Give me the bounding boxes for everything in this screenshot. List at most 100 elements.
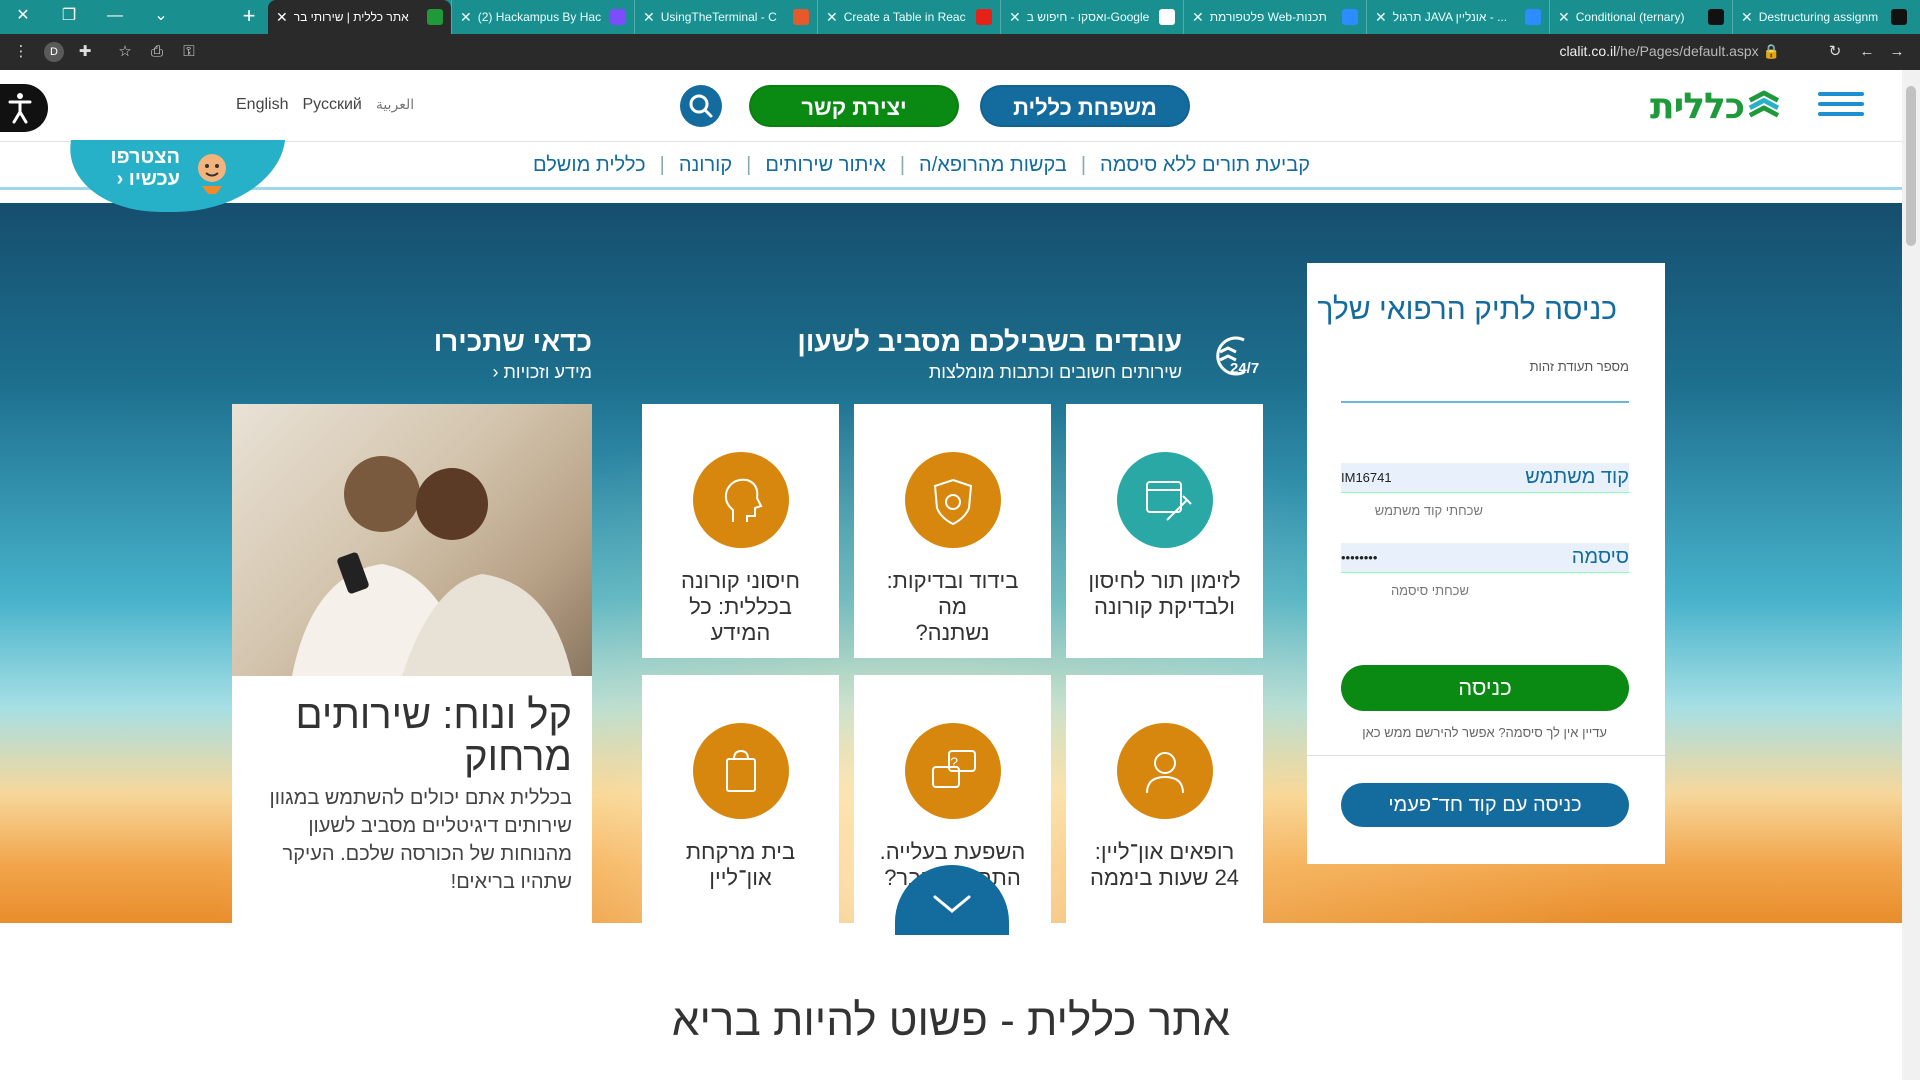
browser-tab[interactable]: ✕ פלטפורמת Web-תכנות <box>1183 0 1366 34</box>
virus-shield-icon <box>904 452 1001 548</box>
tab-close-icon[interactable]: ✕ <box>1558 9 1570 26</box>
register-link[interactable]: עדיין אין לך סיסמה? אפשר להירשם ממש כאן <box>1362 725 1607 740</box>
doctor-icon <box>1116 723 1213 819</box>
forward-icon[interactable]: → <box>1886 41 1908 63</box>
profile-avatar[interactable]: D <box>44 42 64 62</box>
tab-favicon-icon <box>427 9 443 25</box>
tab-title: אתר כללית | שירותי בר <box>293 10 409 24</box>
browser-tab[interactable]: ✕ UsingTheTerminal - C <box>634 0 817 34</box>
user-code-input[interactable]: קוד משתמש IM16741 <box>1341 463 1629 493</box>
featured-link-text: מידע וזכויות <box>503 362 592 382</box>
browser-toolbar: ⋮ D ✚ ☆ ⎙ ⚿ clalit.co.il/he/Pages/defaul… <box>0 34 1920 70</box>
tab-favicon-icon <box>610 9 626 25</box>
page-scrollbar[interactable] <box>1902 70 1920 1080</box>
search-icon <box>689 94 713 118</box>
tab-close-icon[interactable]: ✕ <box>1192 9 1204 26</box>
user-code-label: קוד משתמש <box>1525 466 1629 488</box>
services-subtitle: שירותים חשובים וכתבות מומלצות <box>928 362 1182 382</box>
service-card-text: בית מרקחת און־ליין <box>685 839 796 890</box>
window-close-icon[interactable]: ✕ <box>0 0 46 34</box>
hamburger-menu-icon[interactable] <box>1818 92 1864 122</box>
login-button[interactable]: כניסה <box>1341 665 1629 711</box>
nav-item-corona[interactable]: קורונה <box>679 154 732 177</box>
tab-search-icon[interactable]: ⌄ <box>138 0 184 34</box>
nav-item-clalit-mushlam[interactable]: כללית מושלם <box>533 154 646 177</box>
login-divider <box>1307 755 1665 756</box>
new-tab-button[interactable]: + <box>234 0 264 34</box>
browser-tab[interactable]: ✕ אתר כללית | שירותי בר <box>268 0 451 34</box>
tab-close-icon[interactable]: ✕ <box>1375 9 1387 26</box>
service-card-isolation[interactable]: בידוד ובדיקות: מה נשתנה? <box>854 404 1051 658</box>
tab-close-icon[interactable]: ✕ <box>460 9 472 26</box>
tab-close-icon[interactable]: ✕ <box>1009 9 1021 26</box>
search-button[interactable] <box>680 85 722 127</box>
login-panel: כניסה לתיק הרפואי שלך מספר תעודת זהות קו… <box>1307 263 1665 864</box>
couple-photo <box>232 404 592 676</box>
browser-tab[interactable]: ✕ Create a Table in Reac <box>817 0 1000 34</box>
tab-close-icon[interactable]: ✕ <box>643 9 655 26</box>
reload-icon[interactable]: ↻ <box>1824 41 1846 63</box>
browser-tab[interactable]: ✕ (2) Hackampus By Hac <box>451 0 634 34</box>
featured-section-link[interactable]: מידע וזכויות ‹ <box>492 362 592 383</box>
nav-item-doctor-requests[interactable]: בקשות מהרופא/ה <box>919 154 1067 177</box>
accessibility-icon <box>8 93 32 124</box>
accessibility-button[interactable] <box>0 84 48 132</box>
password-input[interactable]: סיסמה •••••••• <box>1341 543 1629 573</box>
lang-arabic[interactable]: العربية <box>376 96 414 114</box>
browser-tab[interactable]: ✕ ואסקו - חיפוש ב-Google <box>1000 0 1183 34</box>
window-restore-icon[interactable]: ❐ <box>46 0 92 34</box>
browser-tab[interactable]: ✕ Destructuring assignm <box>1732 0 1915 34</box>
join-now-text[interactable]: הצטרפו עכשיו ‹ <box>96 146 180 190</box>
tab-close-icon[interactable]: ✕ <box>826 9 838 26</box>
password-key-icon[interactable]: ⚿ <box>178 41 200 63</box>
chevron-down-icon <box>933 895 971 913</box>
tab-close-icon[interactable]: ✕ <box>1741 9 1753 26</box>
menu-kebab-icon[interactable]: ⋮ <box>10 41 32 63</box>
forgot-user-code-link[interactable]: שכחתי קוד משתמש <box>1375 503 1483 518</box>
service-card-corona-vaccines[interactable]: חיסוני קורונה בכללית: כל המידע <box>642 404 839 658</box>
join-now-line-1: הצטרפו <box>110 146 180 168</box>
service-card-text: בידוד ובדיקות: מה נשתנה? <box>886 568 1019 645</box>
web-page: כללית משפחת כללית יצירת קשר English Русс… <box>0 70 1902 1080</box>
tab-close-icon[interactable]: ✕ <box>276 9 288 26</box>
scroll-down-button[interactable] <box>895 865 1009 935</box>
nav-separator: | <box>746 154 752 176</box>
lang-english[interactable]: English <box>236 96 288 114</box>
service-card-text: לזימון תור לחיסון ולבדיקת קורונה <box>1088 568 1241 619</box>
calendar-syringe-icon <box>1116 452 1213 548</box>
clalit-family-button[interactable]: משפחת כללית <box>980 85 1190 127</box>
service-card-vaccine-appointment[interactable]: לזימון תור לחיסון ולבדיקת קורונה <box>1066 404 1263 658</box>
shopping-bag-icon <box>692 723 789 819</box>
service-card-online-pharmacy[interactable]: בית מרקחת און־ליין <box>642 675 839 928</box>
extensions-icon[interactable]: ✚ <box>74 41 96 63</box>
url-domain: clalit.co.il <box>1559 43 1617 59</box>
browser-tab[interactable]: ✕ תרגול JAVA אונליין - ... <box>1366 0 1549 34</box>
tab-favicon-icon <box>793 9 809 25</box>
address-bar[interactable]: clalit.co.il/he/Pages/default.aspx 🔒 <box>1559 43 1780 60</box>
user-code-value: IM16741 <box>1341 470 1392 485</box>
nav-item-find-services[interactable]: איתור שירותים <box>765 154 885 177</box>
nav-item-appointments[interactable]: קביעת תורים ללא סיסמה <box>1100 154 1310 177</box>
bookmark-star-icon[interactable]: ☆ <box>114 41 136 63</box>
tab-title: ואסקו - חיפוש ב-Google <box>1026 10 1150 24</box>
services-title: עובדים בשבילכם מסביב לשעון <box>797 326 1182 357</box>
featured-section-title: כדאי שתכירו <box>433 326 592 357</box>
otp-login-button[interactable]: כניסה עם קוד חד־פעמי <box>1341 783 1629 827</box>
back-icon[interactable]: ← <box>1856 41 1878 63</box>
lang-russian[interactable]: Русский <box>302 96 361 114</box>
browser-tab[interactable]: ✕ Conditional (ternary) <box>1549 0 1732 34</box>
service-card-online-doctors[interactable]: רופאים און־ליין: 24 שעות ביממה <box>1066 675 1263 928</box>
nav-separator: | <box>659 154 665 176</box>
contact-button[interactable]: יצירת קשר <box>749 85 959 127</box>
id-number-input[interactable] <box>1341 401 1629 403</box>
tab-title: Conditional (ternary) <box>1575 10 1685 24</box>
forgot-password-link[interactable]: שכחתי סיסמה <box>1391 583 1469 598</box>
install-app-icon[interactable]: ⎙ <box>146 41 168 63</box>
tab-title: (2) Hackampus By Hac <box>477 10 602 24</box>
scrollbar-thumb[interactable] <box>1906 86 1916 246</box>
head-profile-icon <box>692 452 789 548</box>
featured-card[interactable]: קל ונוח: שירותים מרחוק בכללית אתם יכולים… <box>232 404 592 932</box>
url-path: /he/Pages/default.aspx <box>1616 43 1759 59</box>
clalit-logo[interactable]: כללית <box>1650 84 1780 128</box>
window-minimize-icon[interactable]: — <box>92 0 138 34</box>
